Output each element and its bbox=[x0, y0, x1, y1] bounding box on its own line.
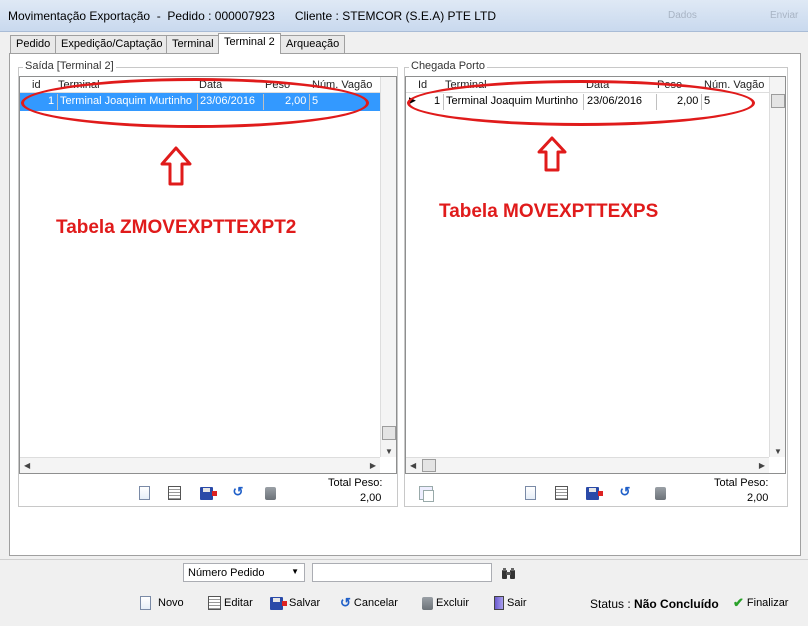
new-document-icon bbox=[140, 596, 151, 610]
copy-icon[interactable] bbox=[418, 485, 434, 502]
salvar-button[interactable]: Salvar bbox=[270, 594, 320, 612]
tab-arqueacao[interactable]: Arqueação bbox=[280, 35, 346, 53]
delete-record-icon[interactable] bbox=[652, 485, 668, 501]
cancelar-button-label: Cancelar bbox=[353, 597, 398, 609]
sair-button[interactable]: Sair bbox=[494, 594, 527, 612]
delete-record-icon[interactable] bbox=[262, 485, 278, 501]
scroll-right-icon[interactable]: ▶ bbox=[759, 461, 765, 470]
undo-icon: ↺ bbox=[340, 595, 351, 610]
chegada-grid[interactable]: Id Terminal Data Peso Núm. Vagão ▶ 1 Ter… bbox=[405, 76, 786, 474]
novo-button-label: Novo bbox=[158, 597, 184, 609]
finalizar-button[interactable]: ✔ Finalizar bbox=[733, 594, 788, 612]
total-peso-label: Total Peso: bbox=[714, 477, 769, 489]
new-record-icon[interactable] bbox=[522, 485, 538, 501]
ghost-header-text: Enviar bbox=[770, 10, 799, 21]
edit-record-icon[interactable] bbox=[166, 485, 182, 501]
editar-button-label: Editar bbox=[224, 597, 253, 609]
vertical-scrollbar[interactable]: ▼ bbox=[380, 77, 396, 457]
group-legend: Saída [Terminal 2] bbox=[23, 60, 116, 72]
annotation-text-left: Tabela ZMOVEXPTTEXPT2 bbox=[56, 217, 297, 238]
excluir-button-label: Excluir bbox=[436, 597, 470, 609]
vertical-scrollbar[interactable]: ▼ bbox=[769, 77, 785, 457]
scroll-right-icon[interactable]: ▶ bbox=[370, 461, 376, 470]
tab-terminal-2[interactable]: Terminal 2 bbox=[218, 33, 281, 54]
sair-button-label: Sair bbox=[507, 597, 527, 609]
total-peso-label: Total Peso: bbox=[328, 477, 383, 489]
salvar-button-label: Salvar bbox=[289, 597, 321, 609]
scroll-thumb[interactable] bbox=[422, 459, 436, 472]
save-icon bbox=[270, 596, 287, 610]
total-peso-value: 2,00 bbox=[360, 492, 382, 504]
finalizar-button-label: Finalizar bbox=[746, 597, 789, 609]
group-legend: Chegada Porto bbox=[409, 60, 487, 72]
edit-icon bbox=[208, 596, 221, 610]
search-field-selected: Número Pedido bbox=[188, 567, 265, 579]
refresh-icon[interactable]: ↺ bbox=[230, 484, 246, 500]
horizontal-scrollbar[interactable]: ◀ ▶ bbox=[20, 457, 380, 473]
status-value: Não Concluído bbox=[634, 597, 719, 611]
tab-pedido[interactable]: Pedido bbox=[10, 35, 57, 53]
annotation-text-right: Tabela MOVEXPTTEXPS bbox=[439, 201, 659, 222]
new-record-icon[interactable] bbox=[136, 485, 152, 501]
editar-button[interactable]: Editar bbox=[208, 594, 253, 612]
ghost-header-text: Dados bbox=[668, 10, 697, 21]
annotation-up-arrow-left-icon bbox=[160, 146, 192, 186]
refresh-icon[interactable]: ↺ bbox=[617, 484, 633, 500]
scroll-thumb[interactable] bbox=[382, 426, 396, 440]
cancelar-button[interactable]: ↺ Cancelar bbox=[340, 594, 398, 612]
binoculars-search-icon[interactable] bbox=[500, 565, 516, 581]
total-peso-value: 2,00 bbox=[747, 492, 769, 504]
save-record-icon[interactable] bbox=[584, 485, 603, 501]
window-title: Movimentação Exportação - Pedido : 00000… bbox=[8, 9, 496, 23]
tab-terminal[interactable]: Terminal bbox=[166, 35, 220, 53]
column-header-id[interactable]: Id bbox=[418, 79, 427, 91]
checkmark-icon: ✔ bbox=[733, 595, 744, 610]
horizontal-scrollbar[interactable]: ◀ ▶ bbox=[406, 457, 769, 473]
scroll-down-icon[interactable]: ▼ bbox=[385, 447, 393, 456]
status-indicator: Status : Não Concluído bbox=[590, 597, 719, 611]
trash-icon bbox=[422, 596, 433, 610]
tab-expedicao-captacao[interactable]: Expedição/Captação bbox=[55, 35, 169, 53]
title-bar: Movimentação Exportação - Pedido : 00000… bbox=[0, 0, 808, 32]
chevron-down-icon: ▼ bbox=[291, 567, 299, 576]
search-field-select[interactable]: Número Pedido ▼ bbox=[183, 563, 305, 582]
edit-record-icon[interactable] bbox=[553, 485, 569, 501]
novo-button[interactable]: Novo bbox=[140, 594, 184, 612]
excluir-button[interactable]: Excluir bbox=[422, 594, 469, 612]
saida-grid[interactable]: id Terminal Data Peso Núm. Vagão 1 Termi… bbox=[19, 76, 397, 474]
save-record-icon[interactable] bbox=[198, 485, 217, 501]
scroll-down-icon[interactable]: ▼ bbox=[774, 447, 782, 456]
column-header-id[interactable]: id bbox=[32, 79, 41, 91]
search-input[interactable] bbox=[312, 563, 492, 582]
scroll-left-icon[interactable]: ◀ bbox=[24, 461, 30, 470]
annotation-ellipse-left bbox=[21, 78, 369, 128]
status-label: Status : bbox=[590, 597, 631, 611]
annotation-up-arrow-right-icon bbox=[537, 136, 567, 172]
divider bbox=[0, 559, 808, 560]
exit-door-icon bbox=[494, 596, 504, 610]
scroll-left-icon[interactable]: ◀ bbox=[410, 461, 416, 470]
annotation-ellipse-right bbox=[407, 80, 755, 126]
scroll-thumb[interactable] bbox=[771, 94, 785, 108]
